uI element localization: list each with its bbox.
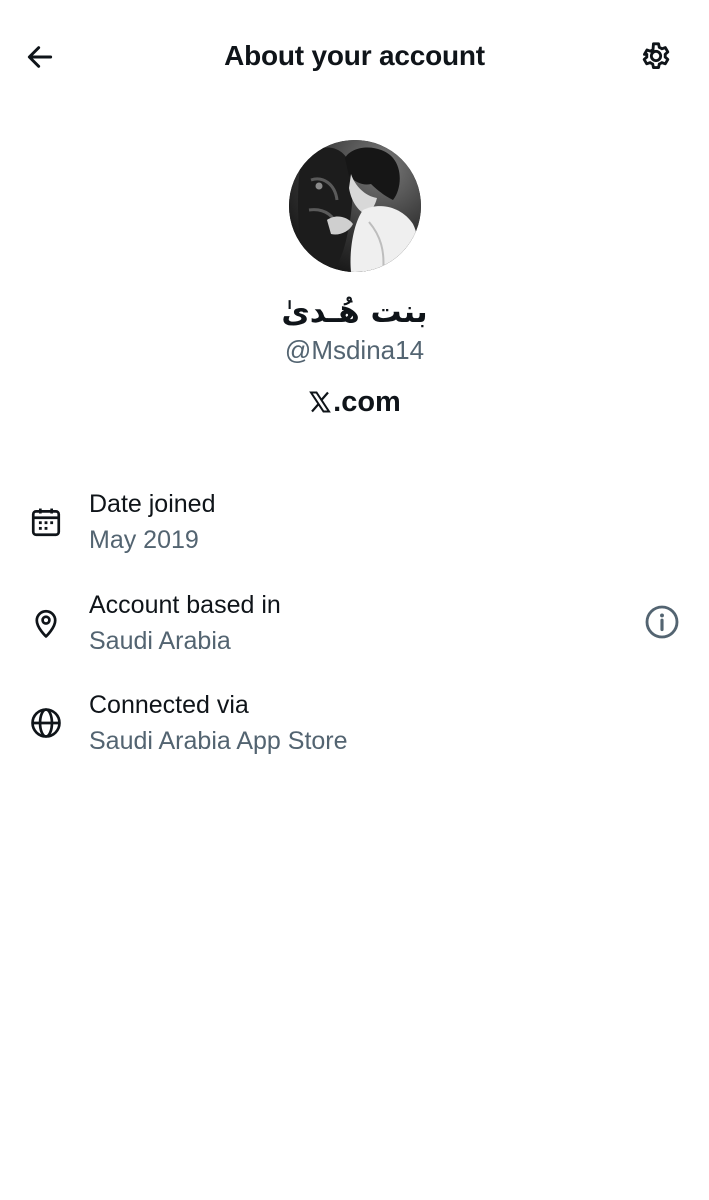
location-pin-icon: [27, 604, 65, 642]
detail-row-date-joined: Date joined May 2019: [0, 486, 709, 576]
info-icon: [645, 605, 679, 639]
detail-value: May 2019: [89, 526, 199, 554]
calendar-icon: [27, 503, 65, 541]
username-handle: @Msdina14: [284, 335, 425, 365]
globe-icon: [27, 704, 65, 742]
profile-summary: بنت هُـدىٰ @Msdina14 .com: [0, 140, 709, 420]
gear-icon: [642, 42, 670, 69]
detail-label: Connected via: [89, 691, 249, 719]
detail-value: Saudi Arabia: [89, 627, 231, 655]
detail-label: Date joined: [89, 490, 216, 518]
info-button[interactable]: [640, 600, 684, 644]
avatar-photo: [288, 140, 421, 272]
avatar[interactable]: [288, 140, 421, 272]
page-title: About your account: [224, 40, 485, 71]
detail-value: Saudi Arabia App Store: [89, 727, 348, 755]
top-app-bar: About your account: [0, 0, 709, 112]
x-logo-icon: [308, 390, 332, 414]
platform-label: .com: [0, 384, 709, 420]
platform-domain: .com: [333, 386, 401, 418]
settings-button[interactable]: [634, 34, 678, 78]
detail-row-account-based-in: Account based in Saudi Arabia: [0, 587, 709, 677]
display-name: بنت هُـدىٰ: [281, 294, 428, 330]
detail-label: Account based in: [89, 591, 281, 619]
detail-row-connected-via: Connected via Saudi Arabia App Store: [0, 687, 709, 777]
